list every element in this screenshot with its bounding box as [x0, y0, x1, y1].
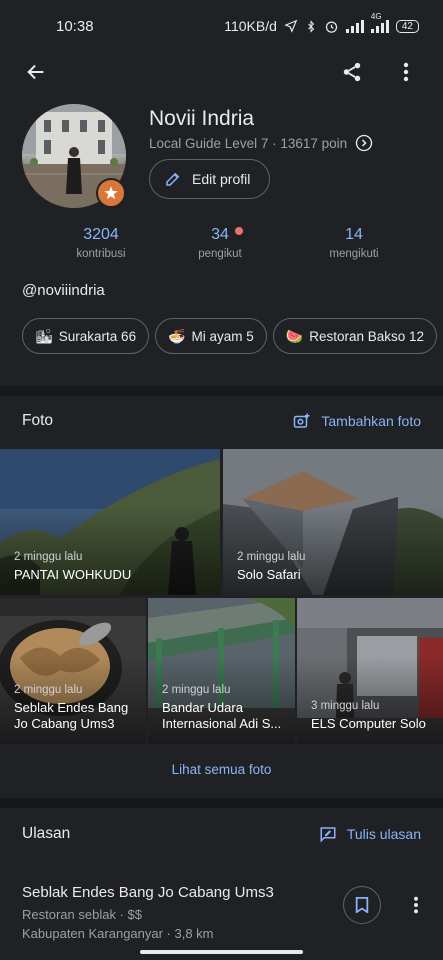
stat-label: kontribusi	[76, 248, 126, 260]
add-photo-icon	[294, 413, 310, 428]
pencil-icon	[166, 172, 180, 186]
status-bar: 10:38 110KB/d 4G 42	[0, 0, 443, 52]
status-icons: 110KB/d 4G 42	[224, 12, 419, 34]
star-badge-icon	[104, 186, 118, 199]
status-time: 10:38	[56, 17, 94, 35]
chip-label: Restoran Bakso 12	[309, 328, 425, 344]
photo-title: Seblak Endes Bang	[14, 700, 129, 715]
stat-following[interactable]: 14 mengikuti	[294, 226, 414, 260]
photo-tile[interactable]: 2 minggu lalu Solo Safari	[223, 449, 443, 595]
stat-contributions[interactable]: 3204 kontribusi	[41, 226, 161, 260]
network-speed: 110KB/d	[224, 18, 277, 34]
photo-tile[interactable]: 2 minggu lalu Bandar Udara Internasional…	[148, 598, 295, 744]
photo-time: 2 minggu lalu	[237, 551, 306, 563]
photo-time: 3 minggu lalu	[311, 700, 380, 712]
see-all-photos-link[interactable]: Lihat semua foto	[0, 762, 443, 777]
signal-4g-icon	[370, 19, 389, 33]
photo-title: Solo Safari	[237, 567, 301, 582]
stat-followers[interactable]: 34 pengikut	[160, 226, 280, 260]
photo-tile[interactable]: 3 minggu lalu ELS Computer Solo	[297, 598, 443, 744]
review-place-location: Kabupaten Karanganyar · 3,8 km	[22, 926, 214, 941]
watermelon-icon: 🍉	[285, 327, 304, 344]
add-photo-label: Tambahkan foto	[321, 413, 421, 429]
signal-icon	[345, 19, 364, 33]
stat-value: 14	[345, 226, 363, 243]
interest-chips: 🏙 Surakarta 66 🍜 Mi ayam 5 🍉 Restoran Bakso 1…	[22, 318, 443, 356]
save-place-button[interactable]	[343, 886, 381, 924]
share-icon	[343, 62, 361, 82]
more-vert-icon	[414, 896, 418, 914]
photos-section-header: Foto Tambahkan foto	[0, 402, 443, 442]
chip-mi-ayam[interactable]: 🍜 Mi ayam 5	[155, 318, 267, 354]
chip-label: Surakarta 66	[58, 328, 137, 344]
edit-profile-button[interactable]: Edit profil	[149, 159, 270, 199]
add-photo-button[interactable]: Tambahkan foto	[293, 412, 421, 430]
profile-name: Novii Indria	[149, 107, 255, 130]
review-place-name: Seblak Endes Bang Jo Cabang Ums3	[22, 884, 274, 901]
edit-profile-label: Edit profil	[192, 171, 251, 187]
chevron-right-icon	[355, 134, 373, 152]
bluetooth-icon	[308, 19, 315, 33]
top-app-bar	[0, 52, 443, 94]
photo-tile[interactable]: 2 minggu lalu PANTAI WOHKUDU	[0, 449, 220, 595]
home-indicator[interactable]	[140, 950, 303, 954]
photo-time: 2 minggu lalu	[162, 684, 231, 696]
section-divider	[0, 386, 443, 396]
photo-title: ELS Computer Solo	[311, 716, 426, 731]
stat-value: 3204	[83, 226, 119, 243]
photo-time: 2 minggu lalu	[14, 551, 83, 563]
chip-label: Mi ayam 5	[191, 328, 254, 344]
username: @noviiindria	[22, 282, 105, 299]
bookmark-icon	[355, 897, 369, 913]
level-text: Local Guide Level 7 · 13617 poin	[149, 135, 348, 151]
location-icon	[284, 19, 298, 33]
section-divider	[0, 798, 443, 808]
photo-title-line2: Internasional Adi S...	[162, 716, 282, 731]
photo-title: PANTAI WOHKUDU	[14, 567, 132, 582]
photo-title-line2: Jo Cabang Ums3	[14, 716, 115, 731]
photo-time: 2 minggu lalu	[14, 684, 83, 696]
photo-title: Bandar Udara	[162, 700, 243, 715]
more-options-button[interactable]	[390, 56, 422, 88]
review-more-button[interactable]	[400, 889, 432, 921]
review-place-category: Restoran seblak · $$	[22, 907, 142, 922]
rate-review-icon	[320, 827, 336, 843]
stat-label: pengikut	[198, 248, 242, 260]
stat-label: mengikuti	[329, 248, 379, 260]
stat-value: 34	[211, 226, 229, 243]
write-review-button[interactable]: Tulis ulasan	[319, 825, 421, 843]
city-icon: 🏙	[35, 327, 53, 344]
network-type: 4G	[370, 11, 382, 21]
photo-tile[interactable]: 2 minggu lalu Seblak Endes Bang Jo Caban…	[0, 598, 146, 744]
profile-header: Novii Indria Local Guide Level 7 · 13617…	[22, 104, 443, 214]
reviews-section-header: Ulasan Tulis ulasan	[0, 815, 443, 855]
alarm-icon	[325, 21, 337, 33]
write-review-label: Tulis ulasan	[346, 826, 421, 842]
local-guide-badge	[96, 178, 126, 208]
back-button[interactable]	[20, 56, 52, 88]
profile-stats: 3204 kontribusi 34 pengikut 14 mengikuti	[0, 226, 443, 266]
back-arrow-icon	[27, 64, 44, 80]
photos-title: Foto	[22, 412, 54, 429]
notification-dot	[235, 227, 243, 235]
reviews-title: Ulasan	[22, 825, 71, 842]
review-item[interactable]: Seblak Endes Bang Jo Cabang Ums3 Restora…	[22, 884, 342, 941]
local-guide-level[interactable]: Local Guide Level 7 · 13617 poin	[149, 134, 373, 152]
chip-restoran-bakso[interactable]: 🍉 Restoran Bakso 12	[272, 318, 438, 354]
chip-surakarta[interactable]: 🏙 Surakarta 66	[22, 318, 150, 354]
more-vert-icon	[403, 62, 409, 82]
noodle-icon: 🍜	[168, 327, 186, 344]
battery-indicator: 42	[395, 19, 419, 33]
share-button[interactable]	[336, 56, 368, 88]
